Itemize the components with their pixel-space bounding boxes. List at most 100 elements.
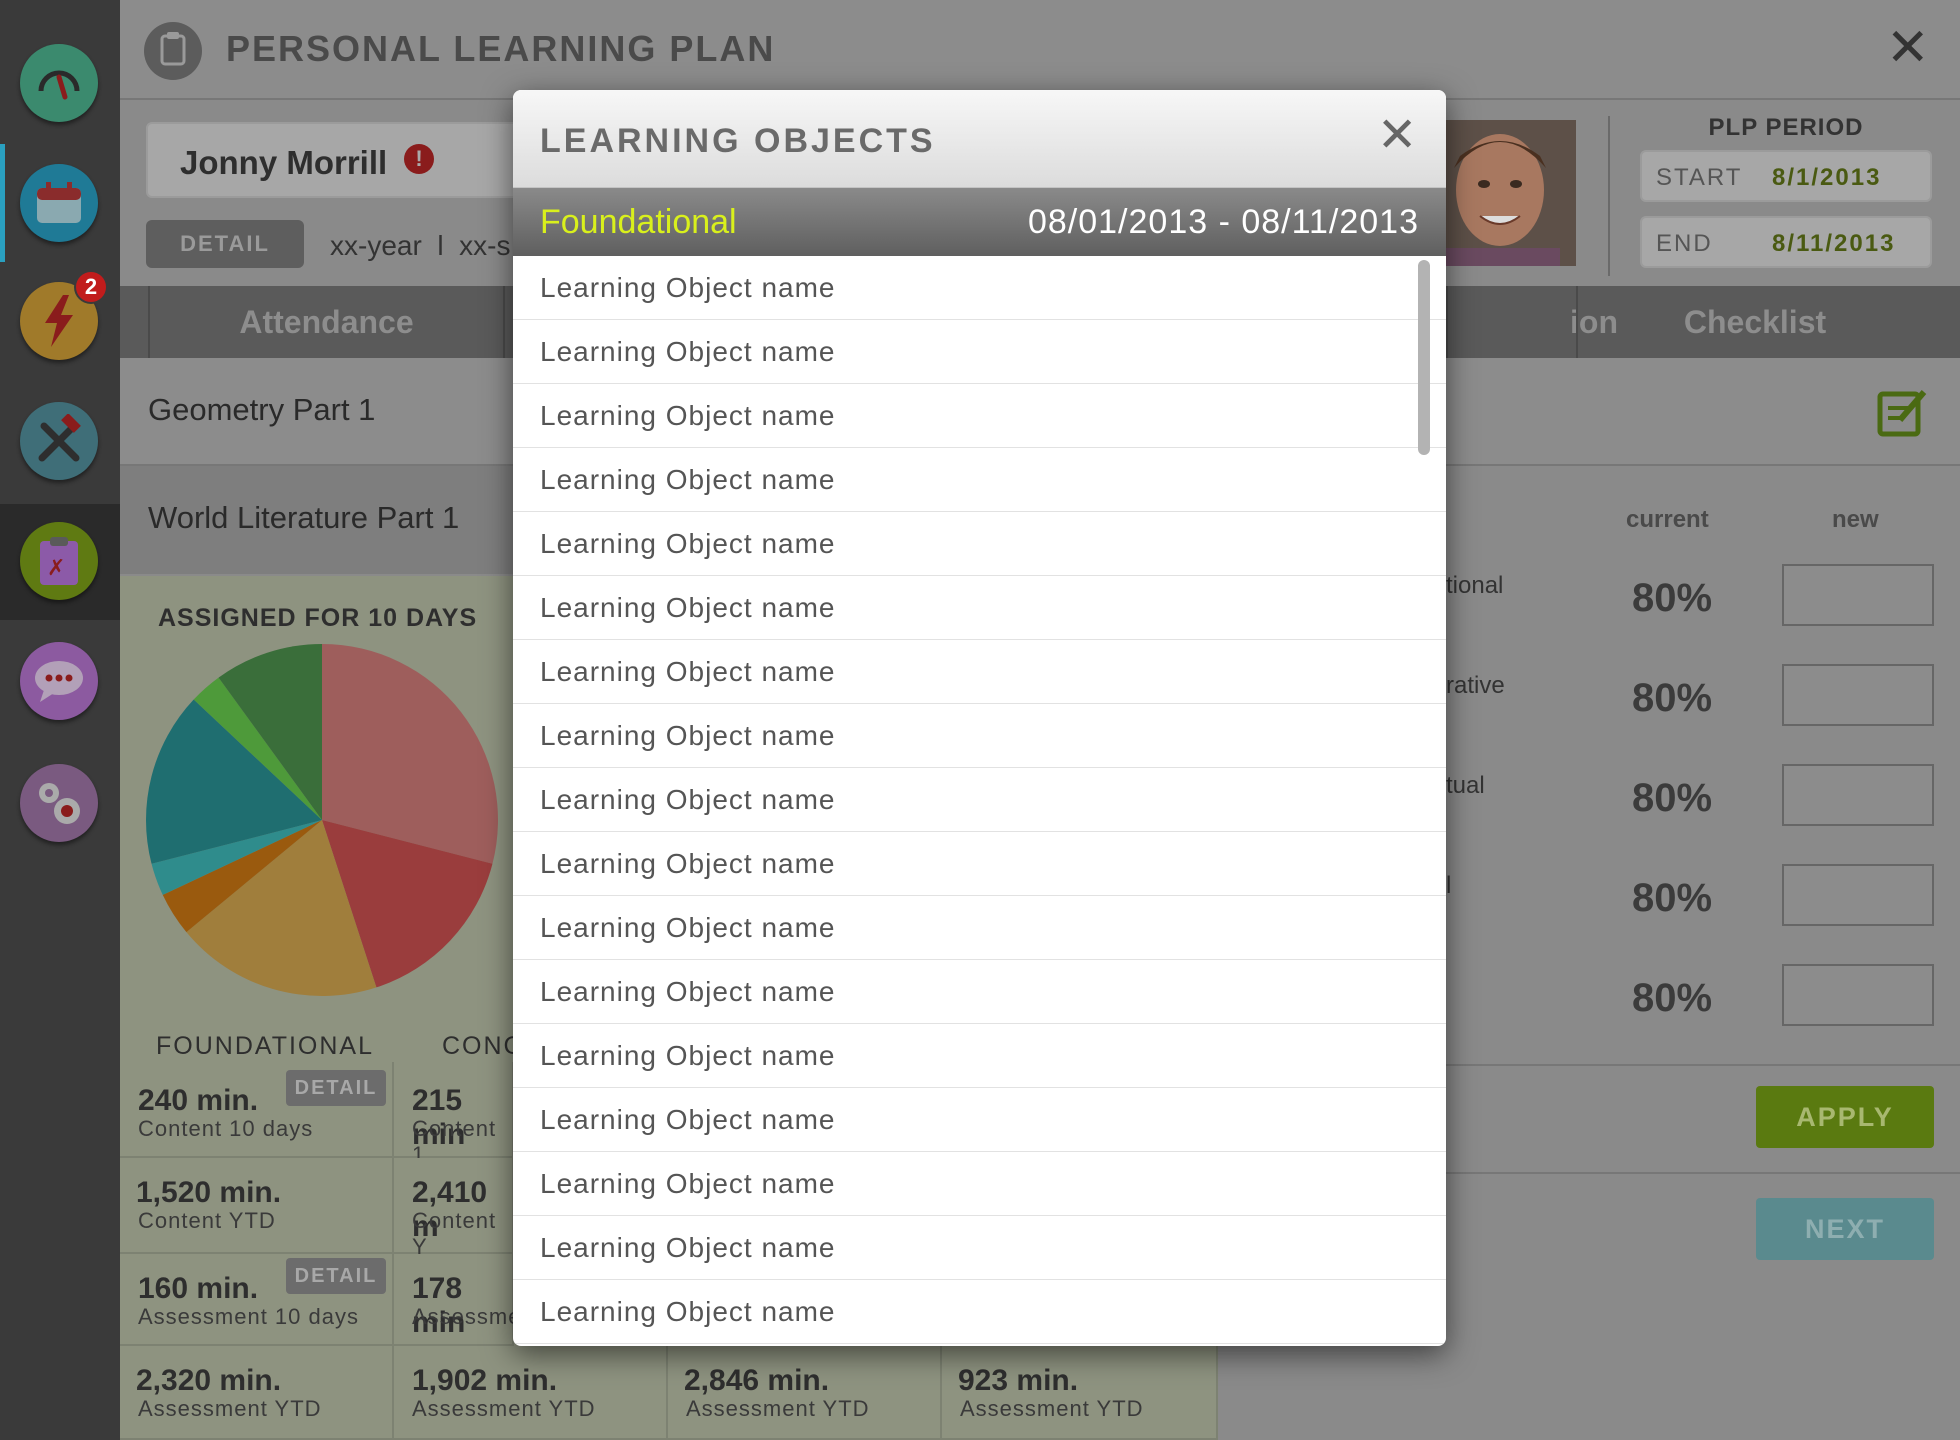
learning-object-item[interactable]: Learning Object name — [513, 1152, 1446, 1216]
panel-divider — [1446, 1172, 1960, 1174]
stat-value: 1,902 min. — [412, 1364, 558, 1397]
percent-new-input[interactable] — [1782, 564, 1934, 626]
tab-checklist[interactable]: Checklist — [1576, 286, 1932, 358]
percent-new-input[interactable] — [1782, 664, 1934, 726]
learning-object-item[interactable]: Learning Object name — [513, 1024, 1446, 1088]
learning-object-item[interactable]: Learning Object name — [513, 896, 1446, 960]
stat-label: Content YTD — [138, 1208, 276, 1233]
tools-icon[interactable] — [20, 402, 98, 480]
plp-start-label: START — [1656, 164, 1743, 191]
modal-title: LEARNING OBJECTS — [540, 122, 936, 160]
learning-object-item[interactable]: Learning Object name — [513, 448, 1446, 512]
course-row-world-literature[interactable]: World Literature Part 1 — [120, 466, 520, 574]
learning-objects-modal: LEARNING OBJECTS ✕ Foundational 08/01/20… — [513, 90, 1446, 1346]
alerts-count-badge: 2 — [74, 270, 108, 304]
percent-new-input[interactable] — [1782, 764, 1934, 826]
stat-cell: 215 min Content 1 — [394, 1062, 514, 1167]
edit-note-icon[interactable] — [1876, 386, 1928, 438]
stat-cell: 178 min Assessme — [394, 1254, 520, 1346]
learning-object-item[interactable]: Learning Object name — [513, 320, 1446, 384]
chat-icon[interactable] — [20, 642, 98, 720]
calendar-icon[interactable] — [20, 164, 98, 242]
modal-close-icon[interactable]: ✕ — [1377, 112, 1417, 160]
left-nav: 2 ✗ — [0, 0, 120, 1440]
learning-object-item[interactable]: Learning Object name — [513, 256, 1446, 320]
assigned-title: ASSIGNED FOR 10 DAYS — [158, 604, 478, 632]
learning-object-item[interactable]: Learning Object name — [513, 704, 1446, 768]
learning-object-item[interactable]: Learning Object name — [513, 640, 1446, 704]
stat-label: Content 10 days — [138, 1116, 314, 1141]
assessment-detail-button[interactable]: DETAIL — [286, 1258, 386, 1294]
new-column-label: new — [1832, 506, 1879, 533]
stat-cell: 1,902 min. Assessment YTD — [394, 1346, 668, 1440]
plp-start-field[interactable]: START 8/1/2013 — [1640, 150, 1932, 202]
percent-current: 80% — [1632, 676, 1713, 720]
stat-cell: 1,520 min. Content YTD — [120, 1158, 394, 1254]
stat-cell: 240 min. Content 10 days DETAIL — [120, 1062, 394, 1158]
foundational-column-label: FOUNDATIONAL — [156, 1032, 374, 1060]
plan-clipboard-icon — [144, 22, 202, 80]
stat-cell: 2,846 min. Assessment YTD — [668, 1346, 942, 1440]
plp-divider — [1608, 116, 1610, 276]
percent-new-input[interactable] — [1782, 964, 1934, 1026]
course-name: Geometry Part 1 — [148, 392, 376, 427]
percent-row-label: tual — [1446, 772, 1485, 799]
panel-divider — [1446, 1064, 1960, 1066]
page-title: PERSONAL LEARNING PLAN — [226, 28, 776, 69]
learning-object-item[interactable]: Learning Object name — [513, 576, 1446, 640]
percent-row-label: tional — [1446, 572, 1504, 599]
stat-value: 923 min. — [958, 1364, 1079, 1397]
learning-object-item[interactable]: Learning Object name — [513, 512, 1446, 576]
stat-cell: 2,410 m Content Y — [394, 1158, 514, 1259]
assigned-pie-chart — [146, 644, 499, 996]
percent-current: 80% — [1632, 776, 1713, 820]
modal-category: Foundational — [540, 203, 737, 241]
learning-object-item[interactable]: Learning Object name — [513, 960, 1446, 1024]
course-name: World Literature Part 1 — [148, 500, 460, 535]
close-page-icon[interactable]: ✕ — [1886, 22, 1930, 74]
page-header: PERSONAL LEARNING PLAN ✕ — [120, 0, 1960, 100]
list-scrollbar[interactable] — [1418, 260, 1430, 455]
stat-value: 2,846 min. — [684, 1364, 830, 1397]
next-button[interactable]: NEXT — [1756, 1198, 1934, 1260]
modal-category-band: Foundational 08/01/2013 - 08/11/2013 — [513, 188, 1446, 256]
stat-value: 2,320 min. — [136, 1364, 282, 1397]
stat-cell: 2,320 min. Assessment YTD — [120, 1346, 394, 1440]
content-detail-button[interactable]: DETAIL — [286, 1070, 386, 1106]
percent-current: 80% — [1632, 876, 1713, 920]
settings-gears-icon[interactable] — [20, 764, 98, 842]
student-name-box[interactable]: Jonny Morrill ! — [146, 122, 546, 198]
percent-new-input[interactable] — [1782, 864, 1934, 926]
plp-end-field[interactable]: END 8/11/2013 — [1640, 216, 1932, 268]
plp-period-label: PLP PERIOD — [1708, 114, 1864, 141]
dashboard-gauge-icon[interactable] — [20, 44, 98, 122]
learning-object-item[interactable]: Learning Object name — [513, 1280, 1446, 1344]
learning-object-item[interactable]: Learning Object name — [513, 1216, 1446, 1280]
stat-value: 1,520 min. — [136, 1176, 282, 1209]
stat-label: Assessment YTD — [686, 1396, 870, 1421]
stat-label: Content Y — [412, 1208, 497, 1259]
apply-button[interactable]: APPLY — [1756, 1086, 1934, 1148]
plp-end-value: 8/11/2013 — [1772, 230, 1896, 257]
stat-cell: 923 min. Assessment YTD — [942, 1346, 1218, 1440]
tab-attendance[interactable]: Attendance — [148, 286, 503, 358]
stat-cell: 160 min. Assessment 10 days DETAIL — [120, 1254, 394, 1346]
conceptual-column-label: CONC — [442, 1032, 524, 1060]
learning-object-item[interactable]: Learning Object name — [513, 832, 1446, 896]
student-alert-icon: ! — [404, 144, 434, 174]
modal-date-range: 08/01/2013 - 08/11/2013 — [1027, 203, 1419, 241]
stat-label: Assessment YTD — [412, 1396, 596, 1421]
current-column-label: current — [1626, 506, 1709, 533]
modal-header: LEARNING OBJECTS ✕ — [513, 90, 1446, 188]
stat-label: Assessment 10 days — [138, 1304, 359, 1329]
learning-object-item[interactable]: Learning Object name — [513, 384, 1446, 448]
stat-value: 240 min. — [138, 1084, 259, 1117]
stat-label: Assessment YTD — [138, 1396, 322, 1421]
learning-object-item[interactable]: Learning Object name — [513, 768, 1446, 832]
learning-object-item[interactable]: Learning Object name — [513, 1088, 1446, 1152]
percent-current: 80% — [1632, 576, 1713, 620]
learning-plan-clipboard-icon[interactable]: ✗ — [20, 522, 98, 600]
plp-start-value: 8/1/2013 — [1772, 164, 1882, 191]
svg-text:✗: ✗ — [47, 556, 65, 581]
student-detail-button[interactable]: DETAIL — [146, 220, 304, 268]
